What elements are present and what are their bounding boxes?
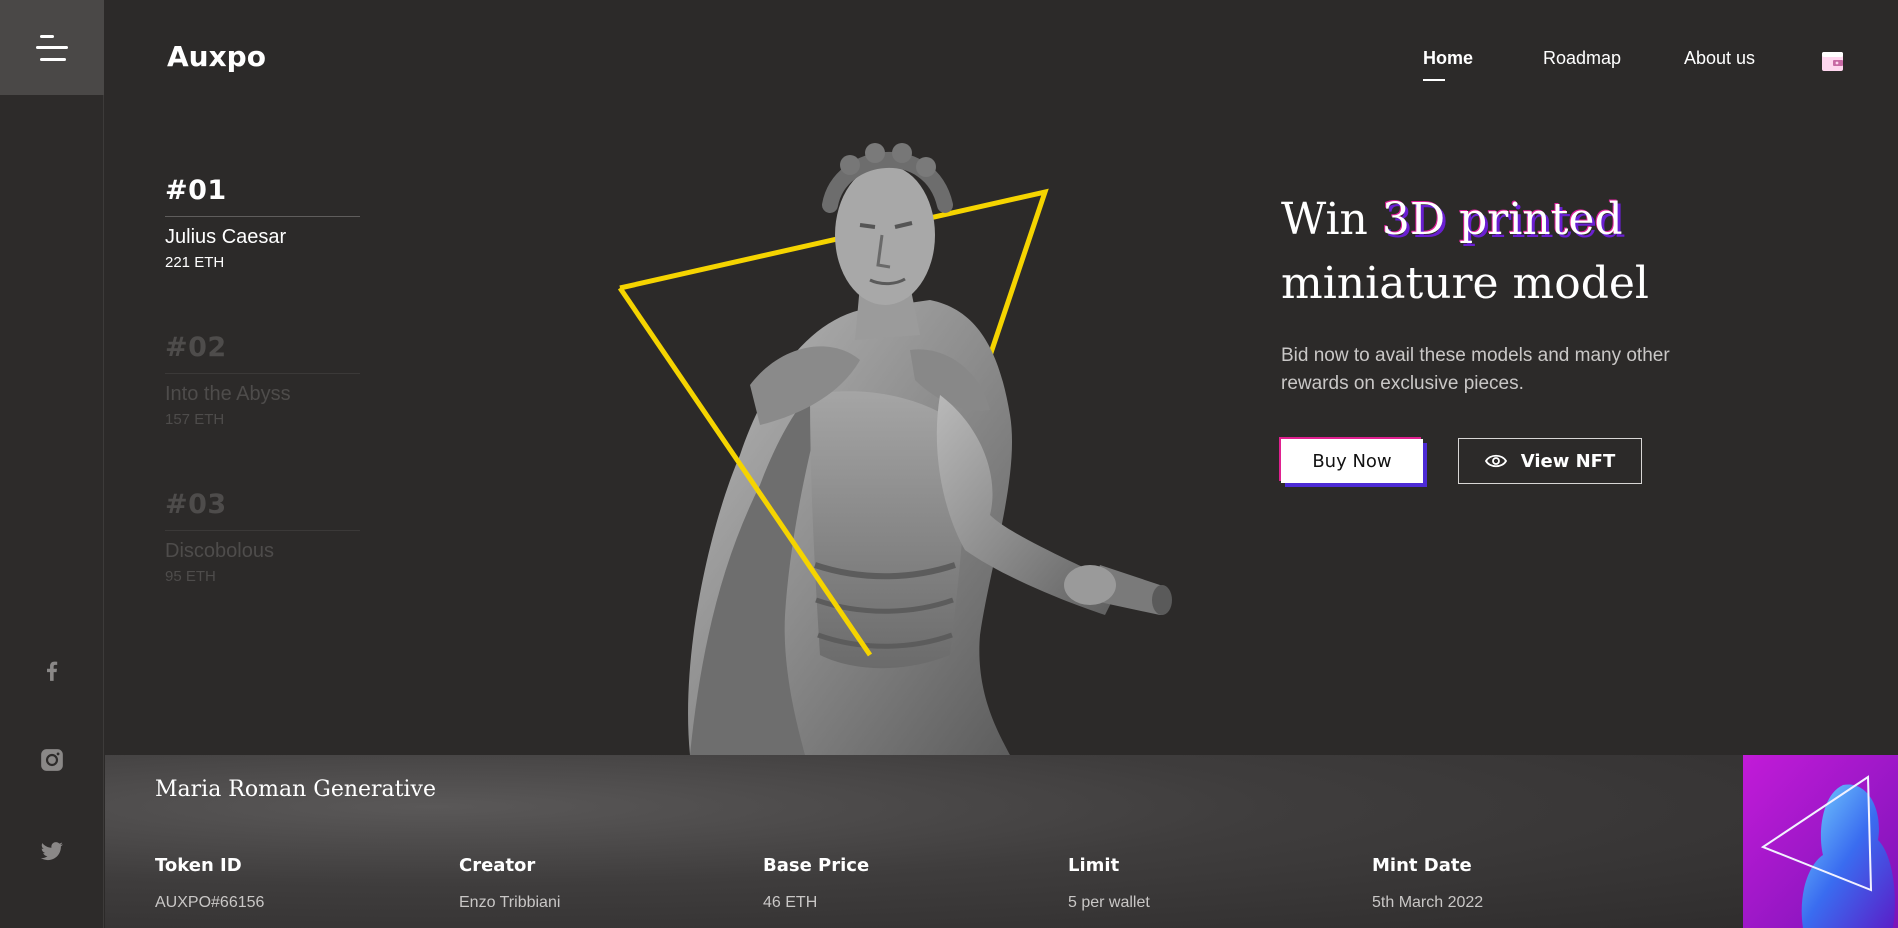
left-rail	[0, 0, 104, 928]
collection-item-2[interactable]: #02 Into the Abyss 157 ETH	[165, 332, 360, 428]
details-title: Maria Roman Generative	[155, 777, 436, 802]
collection-item-1[interactable]: #01 Julius Caesar 221 ETH	[165, 175, 360, 271]
statue-image	[560, 95, 1200, 755]
view-nft-label: View NFT	[1520, 450, 1616, 472]
item-number: #01	[165, 175, 227, 206]
stat-value: 5th March 2022	[1372, 894, 1484, 911]
item-name: Julius Caesar	[165, 226, 287, 248]
item-divider	[165, 530, 360, 531]
facebook-icon[interactable]	[0, 657, 104, 683]
item-price: 157 ETH	[165, 411, 225, 428]
instagram-icon[interactable]	[0, 747, 104, 773]
stat-label: Limit	[1068, 855, 1120, 876]
item-price: 221 ETH	[165, 254, 225, 271]
stat-base-price: Base Price 46 ETH	[763, 855, 869, 912]
stat-value: 5 per wallet	[1068, 894, 1150, 911]
item-name: Into the Abyss	[165, 383, 291, 405]
stat-mint-date: Mint Date 5th March 2022	[1372, 855, 1483, 912]
item-price: 95 ETH	[165, 568, 216, 585]
stat-token-id: Token ID AUXPO#66156	[155, 855, 264, 912]
stat-creator: Creator Enzo Tribbiani	[459, 855, 560, 912]
eye-icon	[1484, 454, 1507, 468]
hamburger-menu-icon	[36, 33, 68, 63]
active-nav-indicator	[1423, 79, 1445, 81]
twitter-icon[interactable]	[0, 838, 104, 864]
wallet-icon[interactable]	[1822, 52, 1843, 71]
stat-value: AUXPO#66156	[155, 894, 265, 911]
stat-label: Token ID	[155, 855, 242, 876]
stat-label: Base Price	[763, 855, 870, 876]
stat-limit: Limit 5 per wallet	[1068, 855, 1150, 912]
hero-description: Bid now to avail these models and many o…	[1281, 345, 1670, 394]
item-divider	[165, 373, 360, 374]
stat-label: Mint Date	[1372, 855, 1472, 876]
details-panel: Maria Roman Generative Token ID AUXPO#66…	[105, 755, 1743, 928]
item-divider	[165, 216, 360, 217]
nav-roadmap[interactable]: Roadmap	[1543, 48, 1621, 69]
item-name: Discobolous	[165, 540, 274, 562]
view-nft-button[interactable]: View NFT	[1458, 438, 1642, 484]
hero-title-prefix: Win	[1281, 194, 1382, 245]
hero-title: Win 3D printed miniature model	[1281, 188, 1841, 316]
menu-button[interactable]	[0, 0, 104, 95]
item-number: #02	[165, 332, 227, 363]
hero-title-accent: 3D printed	[1381, 194, 1623, 245]
stat-label: Creator	[459, 855, 536, 876]
logo[interactable]: Auxpo	[167, 40, 266, 73]
stat-value: Enzo Tribbiani	[459, 894, 561, 911]
collection-item-3[interactable]: #03 Discobolous 95 ETH	[165, 489, 360, 585]
item-number: #03	[165, 489, 227, 520]
nft-thumbnail[interactable]	[1743, 755, 1898, 928]
nav-home[interactable]: Home	[1423, 48, 1473, 69]
nav-about-us[interactable]: About us	[1684, 48, 1755, 69]
buy-now-button[interactable]: Buy Now	[1281, 439, 1423, 483]
stat-value: 46 ETH	[763, 894, 818, 911]
hero-title-suffix: miniature model	[1281, 258, 1650, 309]
